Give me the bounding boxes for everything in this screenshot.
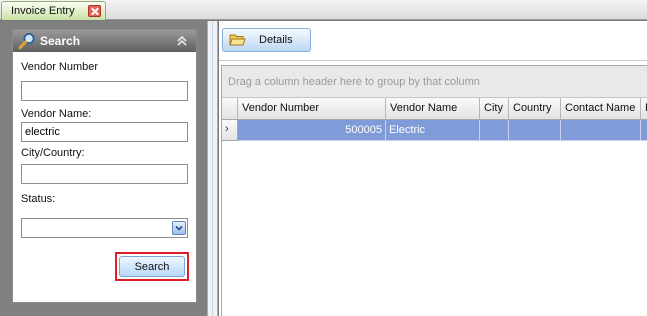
left-search-pane: Search Vendor Number Vendor Name: City/C…	[0, 21, 207, 316]
results-toolbar: Details	[219, 21, 647, 61]
column-header-vendor-number[interactable]: Vendor Number	[238, 98, 386, 119]
column-header-vendor-name[interactable]: Vendor Name	[386, 98, 480, 119]
chevron-double-up-icon[interactable]	[176, 35, 188, 47]
cell-city[interactable]	[480, 120, 509, 141]
magnifier-icon	[18, 33, 35, 50]
search-panel-header[interactable]: Search	[13, 30, 196, 52]
column-header-partial[interactable]: P	[641, 98, 647, 119]
table-row[interactable]: › 500005 Electric	[222, 120, 647, 141]
status-label: Status:	[21, 193, 56, 205]
column-header-contact-name[interactable]: Contact Name	[561, 98, 641, 119]
group-by-hint: Drag a column header here to group by th…	[228, 76, 480, 88]
chevron-down-icon	[175, 225, 183, 231]
details-button-label: Details	[259, 34, 293, 46]
results-pane: Details Drag a column header here to gro…	[219, 21, 647, 316]
column-header-country[interactable]: Country	[509, 98, 561, 119]
document-tab-strip: Invoice Entry	[0, 0, 647, 20]
row-indicator[interactable]: ›	[222, 120, 238, 141]
panel-splitter[interactable]	[207, 21, 218, 316]
dropdown-arrow-button[interactable]	[172, 221, 186, 235]
city-country-input[interactable]	[21, 164, 188, 184]
grid-header-row: Vendor Number Vendor Name City Country C…	[222, 98, 647, 120]
status-dropdown[interactable]	[21, 218, 188, 238]
tab-invoice-entry[interactable]: Invoice Entry	[1, 1, 106, 20]
cell-partial[interactable]	[641, 120, 647, 141]
city-country-label: City/Country:	[21, 147, 85, 159]
close-icon[interactable]	[88, 5, 101, 17]
cell-country[interactable]	[509, 120, 561, 141]
row-indicator-header	[222, 98, 238, 119]
search-button-highlight: Search	[115, 252, 189, 281]
group-by-panel[interactable]: Drag a column header here to group by th…	[222, 66, 647, 98]
folder-open-icon	[229, 34, 246, 46]
column-header-city[interactable]: City	[480, 98, 509, 119]
cell-vendor-name[interactable]: Electric	[386, 120, 480, 141]
search-panel: Search Vendor Number Vendor Name: City/C…	[12, 29, 197, 303]
vendor-name-label: Vendor Name:	[21, 108, 92, 120]
vendor-number-label: Vendor Number	[21, 61, 99, 73]
tab-label: Invoice Entry	[11, 5, 75, 17]
search-panel-title: Search	[40, 34, 81, 48]
vendor-grid: Drag a column header here to group by th…	[221, 65, 647, 316]
search-button[interactable]: Search	[119, 256, 185, 277]
cell-vendor-number[interactable]: 500005	[238, 120, 386, 141]
cell-contact-name[interactable]	[561, 120, 641, 141]
vendor-number-input[interactable]	[21, 81, 188, 101]
details-button[interactable]: Details	[222, 28, 311, 52]
row-pointer-icon: ›	[225, 123, 229, 135]
vendor-name-input[interactable]	[21, 122, 188, 142]
